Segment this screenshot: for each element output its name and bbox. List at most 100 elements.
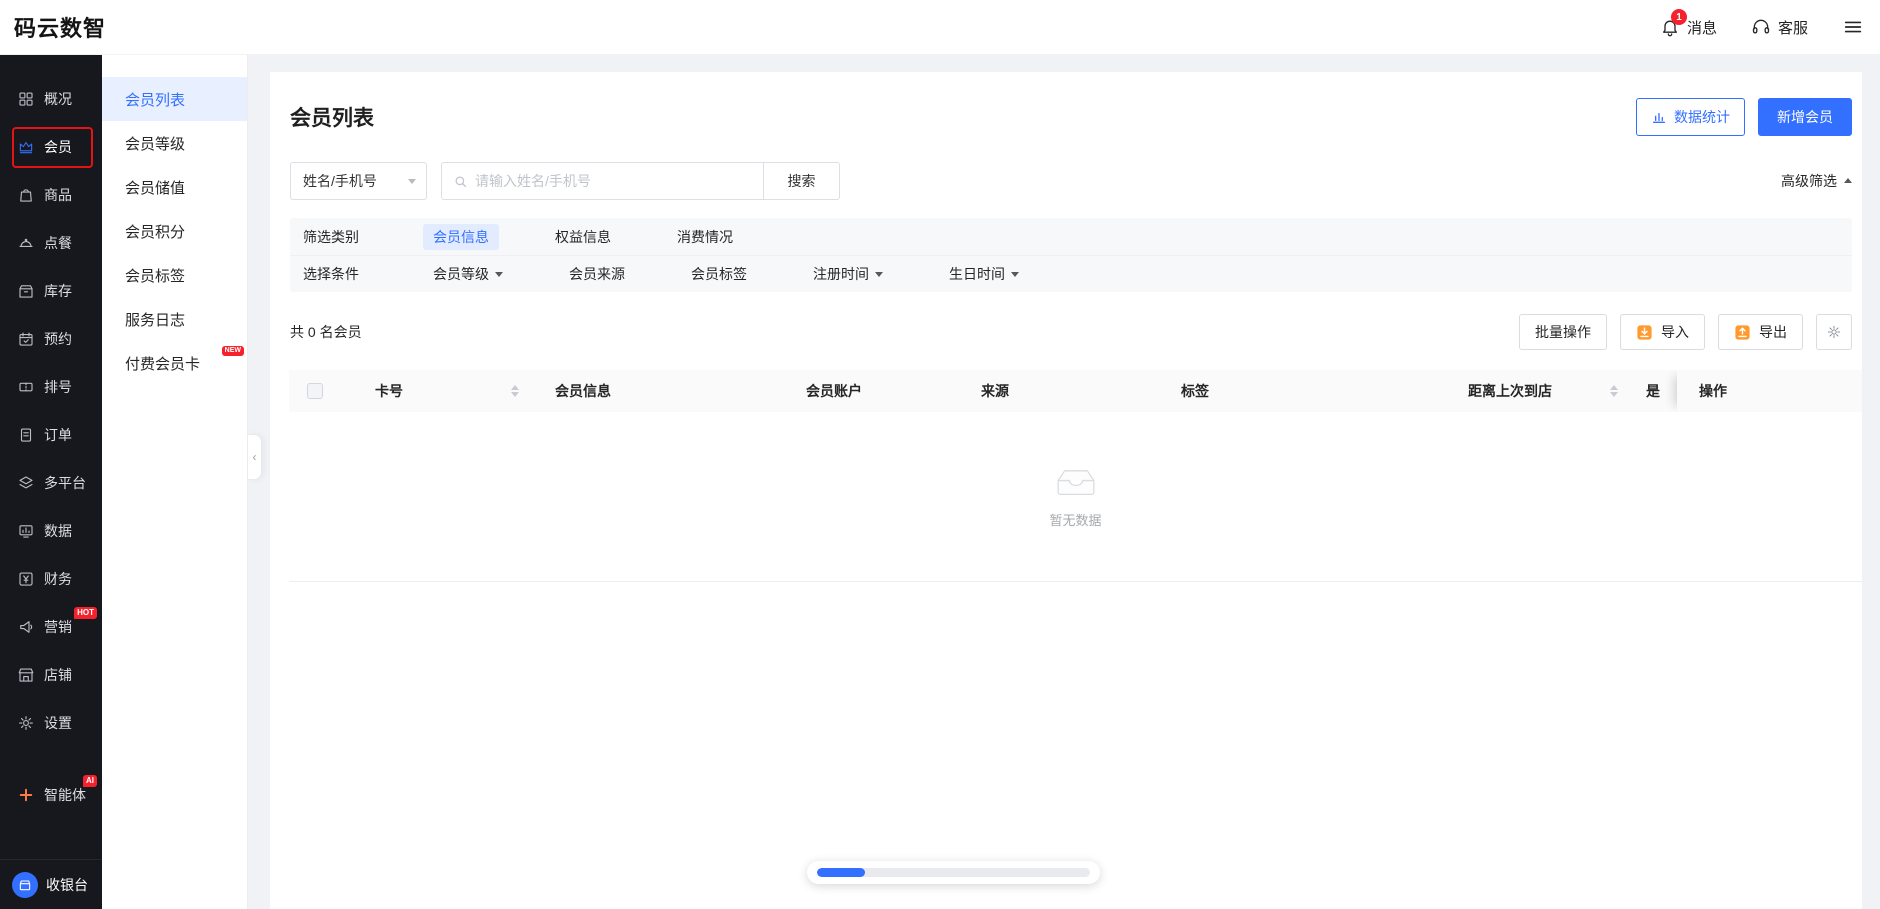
empty-text: 暂无数据 — [1049, 512, 1102, 528]
sidebar-item-queue[interactable]: 排号 — [0, 363, 102, 411]
chevron-down-icon — [408, 179, 416, 188]
sidebar-item-marketing[interactable]: 营销 HOT — [0, 603, 102, 651]
chevron-down-icon — [495, 272, 503, 281]
progress-track — [817, 868, 1090, 877]
sidebar-item-booking[interactable]: 预约 — [0, 315, 102, 363]
sidebar-item-multiplatform[interactable]: 多平台 — [0, 459, 102, 507]
table-empty-state: 暂无数据 — [289, 412, 1862, 582]
advanced-filter-toggle[interactable]: 高级筛选 — [1781, 171, 1852, 191]
shopping-bag-icon — [17, 186, 35, 204]
sidebar-item-orders[interactable]: 订单 — [0, 411, 102, 459]
search-field-select[interactable]: 姓名/手机号 — [290, 162, 427, 200]
batch-actions-button[interactable]: 批量操作 — [1519, 314, 1607, 350]
table-header-row: 卡号 会员信息 会员账户 来源 标签 距离上次到店 是 操作 — [289, 370, 1862, 412]
main-content: 会员列表 数据统计 新增会员 姓名/手机号 搜索 — [270, 72, 1862, 909]
condition-member-level[interactable]: 会员等级 — [423, 264, 513, 284]
app-logo: 码云数智 — [14, 16, 107, 41]
new-badge: NEW — [221, 346, 244, 357]
menu-icon[interactable] — [1842, 16, 1864, 38]
yuan-icon — [17, 570, 35, 588]
sidebar-item-settings[interactable]: 设置 — [0, 699, 102, 747]
filter-panel: 筛选类别 会员信息 权益信息 消费情况 选择条件 会员等级 会员来源 会员标签 … — [290, 218, 1852, 292]
sidebar-item-goods[interactable]: 商品 — [0, 171, 102, 219]
condition-member-source[interactable]: 会员来源 — [559, 264, 635, 284]
search-input-group: 搜索 — [441, 162, 840, 200]
cashier-button[interactable]: 收银台 — [0, 859, 102, 909]
submenu-item-paid-member-card[interactable]: 付费会员卡 NEW — [102, 341, 247, 385]
sidebar-item-store[interactable]: 店铺 — [0, 651, 102, 699]
data-statistics-button[interactable]: 数据统计 — [1636, 98, 1745, 136]
add-member-button[interactable]: 新增会员 — [1758, 98, 1852, 136]
filter-tab-consumption[interactable]: 消费情况 — [667, 224, 743, 250]
data-statistics-label: 数据统计 — [1674, 109, 1730, 125]
sidebar-item-label: 会员 — [44, 139, 72, 155]
calendar-icon — [17, 330, 35, 348]
sidebar-item-data[interactable]: 数据 — [0, 507, 102, 555]
search-row: 姓名/手机号 搜索 高级筛选 — [290, 162, 1852, 200]
column-settings-button[interactable] — [1816, 314, 1852, 350]
progress-fill — [817, 868, 865, 877]
secondary-sidebar: 会员列表 会员等级 会员储值 会员积分 会员标签 服务日志 付费会员卡 NEW — [102, 55, 248, 909]
condition-member-tag[interactable]: 会员标签 — [681, 264, 757, 284]
select-all-checkbox[interactable] — [307, 383, 323, 399]
messages-button[interactable]: 1 消息 — [1660, 9, 1717, 38]
notification-badge: 1 — [1670, 9, 1687, 25]
column-member-account: 会员账户 — [806, 383, 862, 399]
submenu-item-member-stored-value[interactable]: 会员储值 — [102, 165, 247, 209]
sidebar-item-inventory[interactable]: 库存 — [0, 267, 102, 315]
column-card-number: 卡号 — [341, 381, 555, 401]
ai-plus-icon — [17, 786, 35, 804]
search-field-value: 姓名/手机号 — [303, 173, 377, 189]
members-table: 卡号 会员信息 会员账户 来源 标签 距离上次到店 是 操作 暂无数据 — [289, 370, 1862, 582]
search-icon — [453, 174, 468, 189]
sidebar-item-dining[interactable]: 点餐 — [0, 219, 102, 267]
sidebar-item-members[interactable]: 会员 — [0, 123, 102, 171]
page-title: 会员列表 — [290, 107, 374, 130]
sidebar-item-label: 财务 — [44, 571, 72, 587]
sort-toggle[interactable] — [1610, 381, 1618, 401]
primary-sidebar: 概况 会员 商品 点餐 库存 预约 排号 订单 多平台 数据 财务 营销 HOT… — [0, 55, 102, 909]
sidebar-item-overview[interactable]: 概况 — [0, 75, 102, 123]
support-button[interactable]: 客服 — [1751, 17, 1808, 38]
export-button[interactable]: 导出 — [1718, 314, 1803, 350]
sidebar-item-finance[interactable]: 财务 — [0, 555, 102, 603]
sort-toggle[interactable] — [511, 381, 519, 401]
search-button[interactable]: 搜索 — [763, 162, 840, 200]
table-header-checkbox-cell — [289, 383, 341, 399]
sidebar-item-label: 预约 — [44, 331, 72, 347]
submenu-item-member-points[interactable]: 会员积分 — [102, 209, 247, 253]
sidebar-item-label: 订单 — [44, 427, 72, 443]
column-last-visit: 距离上次到店 — [1468, 381, 1646, 401]
submenu-item-label: 会员标签 — [125, 267, 186, 285]
cashier-icon — [12, 871, 38, 898]
filter-tab-member-info[interactable]: 会员信息 — [423, 223, 499, 250]
condition-birthday-time[interactable]: 生日时间 — [939, 264, 1029, 284]
loading-indicator — [807, 861, 1100, 884]
filter-category-label: 筛选类别 — [303, 228, 359, 245]
import-button[interactable]: 导入 — [1620, 314, 1705, 350]
gear-icon — [17, 714, 35, 732]
support-label: 客服 — [1777, 19, 1808, 37]
collapse-sidebar-button[interactable]: ‹ — [248, 434, 262, 480]
filter-tab-rights-info[interactable]: 权益信息 — [545, 224, 621, 250]
advanced-filter-label: 高级筛选 — [1781, 173, 1837, 189]
filter-condition-label: 选择条件 — [303, 266, 359, 282]
topbar: 码云数智 1 消息 客服 — [0, 0, 1880, 55]
condition-register-time[interactable]: 注册时间 — [803, 264, 893, 284]
ai-badge: AI — [83, 775, 97, 787]
sidebar-item-label: 点餐 — [44, 235, 72, 251]
submenu-item-member-tags[interactable]: 会员标签 — [102, 253, 247, 297]
cashier-label: 收银台 — [46, 876, 88, 893]
submenu-item-member-level[interactable]: 会员等级 — [102, 121, 247, 165]
bell-icon: 1 — [1660, 9, 1687, 37]
submenu-item-service-log[interactable]: 服务日志 — [102, 297, 247, 341]
search-input[interactable] — [475, 173, 752, 189]
submenu-item-member-list[interactable]: 会员列表 — [102, 77, 247, 121]
sidebar-item-label: 多平台 — [44, 475, 86, 491]
sidebar-item-label: 库存 — [44, 283, 72, 299]
sidebar-item-label: 营销 — [44, 619, 72, 635]
layers-icon — [17, 474, 35, 492]
page-header: 会员列表 数据统计 新增会员 — [270, 72, 1862, 136]
document-icon — [17, 426, 35, 444]
sidebar-item-ai-agent[interactable]: 智能体 AI — [0, 771, 102, 819]
